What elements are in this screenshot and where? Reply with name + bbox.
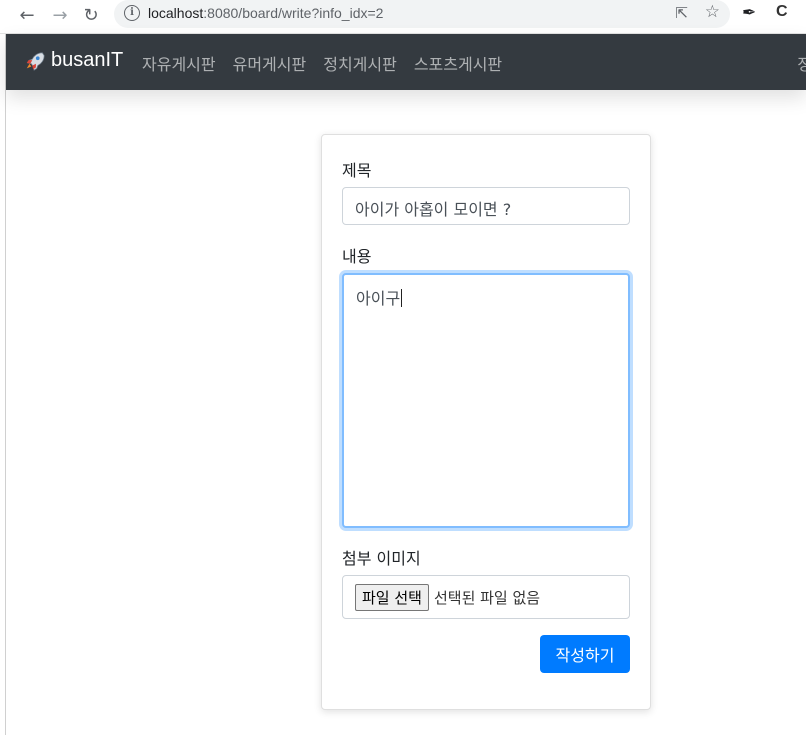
share-icon[interactable]: ⇱: [675, 4, 688, 22]
eyedropper-extension-icon[interactable]: ✒: [742, 3, 756, 23]
brand-link[interactable]: busanIT: [24, 49, 123, 72]
nav-link-sports-board[interactable]: 스포츠게시판: [414, 51, 502, 75]
nav-link-politics-board[interactable]: 정치게시판: [323, 51, 397, 75]
title-input[interactable]: 아이가 아홉이 모이면 ?: [342, 187, 630, 225]
reload-icon[interactable]: ↻: [78, 2, 104, 28]
address-bar[interactable]: i localhost:8080/board/write?info_idx=2 …: [114, 0, 730, 28]
extension-c-icon[interactable]: C: [776, 3, 788, 21]
content-textarea[interactable]: 아이구: [342, 273, 630, 528]
rocket-icon: [26, 51, 45, 71]
url-host: localhost: [148, 5, 204, 21]
content-text: 아이구: [356, 289, 401, 308]
forward-icon[interactable]: →: [47, 2, 73, 28]
site-navbar: busanIT 자유게시판 유머게시판 정치게시판 스포츠게시판 정: [6, 34, 806, 90]
site-info-icon[interactable]: i: [124, 5, 140, 21]
window-left-edge: [0, 34, 6, 735]
text-caret: [401, 289, 403, 307]
brand-name: busanIT: [51, 49, 124, 71]
nav-menu: 자유게시판 유머게시판 정치게시판 스포츠게시판: [142, 51, 519, 75]
back-icon[interactable]: ←: [14, 2, 40, 28]
url-path: :8080/board/write?info_idx=2: [203, 5, 384, 21]
write-form-card: 제목 아이가 아홉이 모이면 ? 내용 아이구 첨부 이미지 파일 선택 선택된…: [321, 134, 651, 710]
content-label: 내용: [342, 247, 372, 266]
choose-file-button[interactable]: 파일 선택: [355, 583, 429, 611]
submit-button[interactable]: 작성하기: [540, 635, 630, 673]
bookmark-star-icon[interactable]: ☆: [705, 2, 720, 22]
file-status-text: 선택된 파일 없음: [433, 588, 541, 607]
image-label: 첨부 이미지: [342, 549, 421, 568]
nav-link-humor-board[interactable]: 유머게시판: [233, 51, 307, 75]
image-file-input[interactable]: 파일 선택 선택된 파일 없음: [342, 575, 630, 619]
browser-toolbar: ← → ↻ i localhost:8080/board/write?info_…: [0, 0, 806, 34]
url-text[interactable]: localhost:8080/board/write?info_idx=2: [148, 5, 383, 21]
title-label: 제목: [342, 161, 372, 180]
nav-link-free-board[interactable]: 자유게시판: [142, 51, 216, 75]
nav-link-right-partial[interactable]: 정: [797, 51, 806, 75]
